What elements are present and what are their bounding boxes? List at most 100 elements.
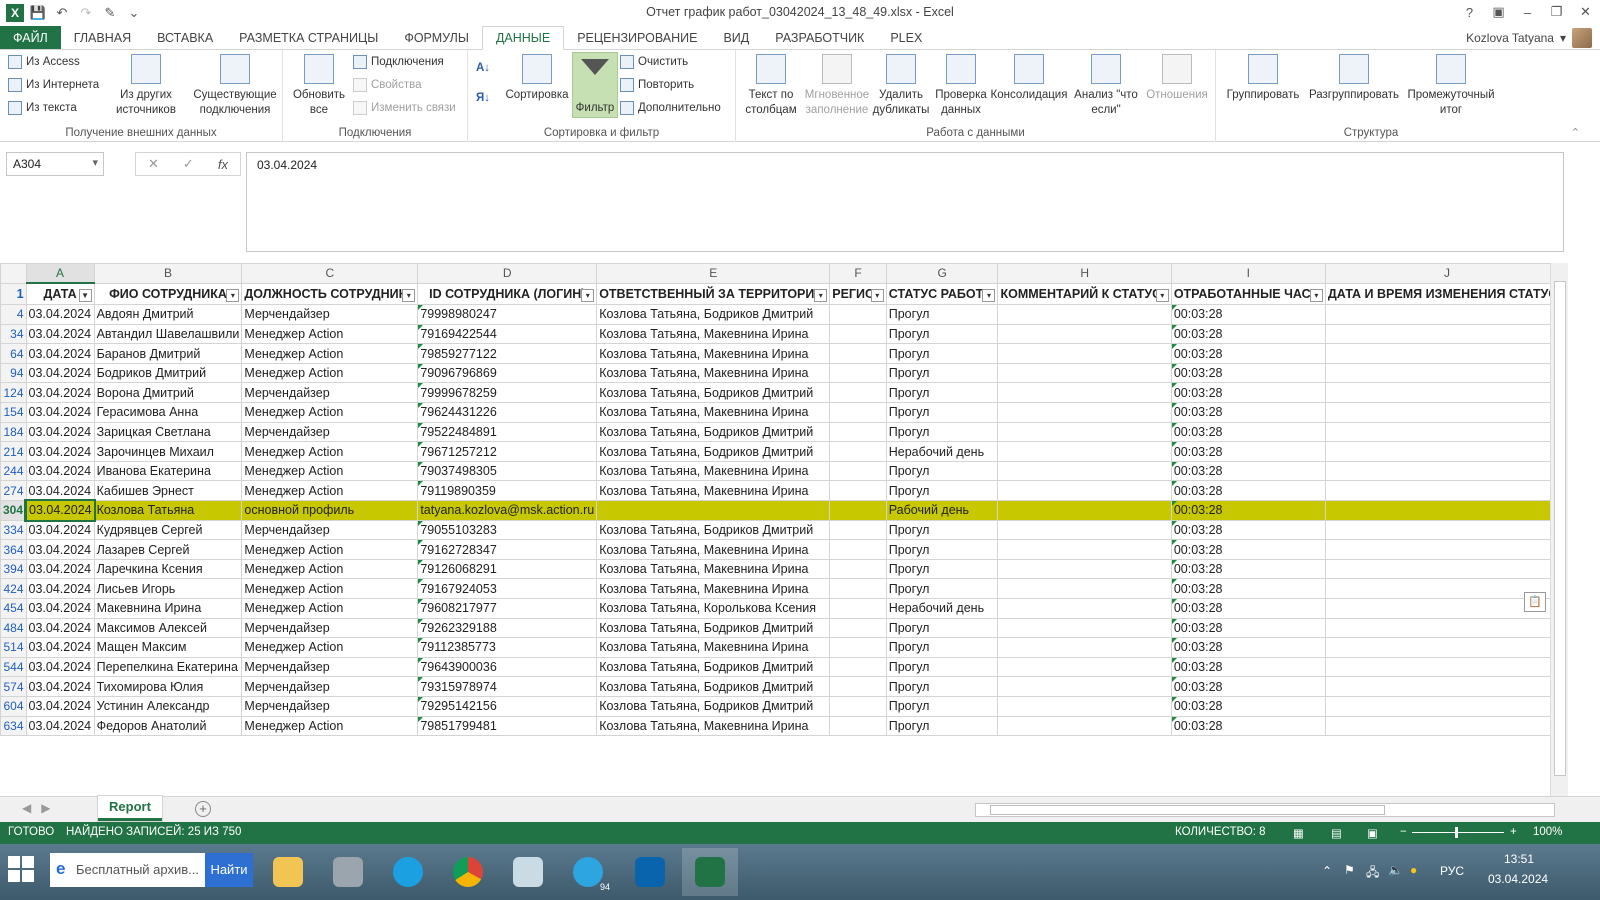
table-cell[interactable]: 00:03:28 [1170, 500, 1326, 521]
taskbar-find-button[interactable]: Найти [205, 853, 253, 887]
table-cell[interactable]: Козлова Татьяна, Бодриков Дмитрий [596, 656, 831, 678]
table-cell[interactable]: Козлова Татьяна, Макевнина Ирина [596, 539, 831, 560]
table-cell[interactable]: 00:03:28 [1170, 441, 1326, 462]
table-cell[interactable]: Прогул [885, 695, 999, 717]
table-cell[interactable]: Козлова Татьяна, Макевнина Ирина [596, 343, 831, 364]
table-cell[interactable]: Прогул [885, 480, 999, 502]
table-cell[interactable]: 79162728347 [417, 539, 598, 560]
table-cell[interactable]: Прогул [885, 382, 999, 404]
zoom-in-icon[interactable]: + [1510, 826, 1517, 838]
table-cell[interactable] [997, 480, 1172, 502]
table-cell[interactable]: 00:03:28 [1170, 304, 1326, 325]
from-text-button[interactable]: Из текста [8, 101, 77, 115]
table-cell[interactable]: Прогул [885, 637, 999, 658]
filter-dropdown-icon[interactable]: ▾ [982, 289, 996, 303]
table-cell[interactable] [829, 304, 887, 325]
row-number[interactable]: 424 [0, 578, 27, 599]
table-cell[interactable]: Менеджер Action [241, 558, 419, 580]
row-number[interactable]: 544 [0, 656, 27, 678]
properties-button[interactable]: Свойства [353, 78, 422, 92]
table-cell[interactable]: Прогул [885, 362, 999, 384]
row-number[interactable]: 364 [0, 539, 27, 560]
table-cell[interactable] [997, 382, 1172, 404]
table-cell[interactable]: 03.04.2024 [25, 539, 95, 560]
table-cell[interactable] [1324, 500, 1550, 521]
table-cell[interactable]: 00:03:28 [1170, 402, 1326, 423]
sort-az-icon[interactable]: A↓ [476, 62, 490, 74]
excel-taskbar-icon[interactable] [682, 848, 738, 896]
table-cell[interactable] [997, 402, 1172, 423]
column-header[interactable]: J [1324, 263, 1550, 284]
column-header[interactable]: E [596, 263, 831, 284]
table-cell[interactable]: 00:03:28 [1170, 656, 1326, 678]
table-cell[interactable]: 00:03:28 [1170, 598, 1326, 619]
table-cell[interactable] [997, 343, 1172, 364]
row-number[interactable]: 184 [0, 421, 27, 443]
clear-filter-button[interactable]: Очистить [620, 55, 688, 69]
table-cell[interactable]: Прогул [885, 323, 999, 345]
table-cell[interactable]: Устинин Александр [93, 695, 243, 717]
table-cell[interactable]: Менеджер Action [241, 539, 419, 560]
table-cell[interactable]: 79608217977 [417, 598, 598, 619]
chrome-icon[interactable] [440, 848, 496, 896]
existing-connections-button[interactable]: Существующие подключения [190, 54, 280, 118]
table-cell[interactable]: 00:03:28 [1170, 480, 1326, 502]
header-cell[interactable]: КОММЕНТАРИЙ К СТАТУСУ ▾ [997, 282, 1172, 306]
table-cell[interactable]: Федоров Анатолий [93, 715, 243, 737]
skype-icon[interactable] [380, 848, 436, 896]
filter-dropdown-icon[interactable]: ▾ [870, 289, 884, 303]
tray-app-icon[interactable]: ● [1410, 863, 1417, 877]
table-cell[interactable] [997, 695, 1172, 717]
row-number[interactable]: 334 [0, 519, 27, 541]
advanced-filter-button[interactable]: Дополнительно [620, 101, 721, 115]
header-cell[interactable]: ID СОТРУДНИКА (ЛОГИН) ▾ [417, 282, 598, 306]
table-cell[interactable] [829, 637, 887, 658]
table-cell[interactable]: 03.04.2024 [24, 498, 97, 523]
row-number[interactable]: 454 [0, 598, 27, 619]
table-cell[interactable]: Прогул [885, 617, 999, 639]
table-cell[interactable]: 79522484891 [417, 421, 598, 443]
header-cell[interactable]: СТАТУС РАБОТЫ ▾ [885, 282, 999, 306]
table-cell[interactable]: Мерчендайзер [241, 421, 419, 443]
table-cell[interactable]: Тихомирова Юлия [93, 676, 243, 697]
remove-duplicates-button[interactable]: Удалить дубликаты [870, 54, 932, 118]
table-cell[interactable]: 00:03:28 [1170, 382, 1326, 404]
table-cell[interactable]: Прогул [885, 558, 999, 580]
table-cell[interactable] [829, 402, 887, 423]
table-cell[interactable]: Козлова Татьяна, Бодриков Дмитрий [596, 441, 831, 462]
table-cell[interactable]: Козлова Татьяна, Макевнина Ирина [596, 480, 831, 502]
table-cell[interactable]: 79169422544 [417, 323, 598, 345]
vertical-scroll-thumb[interactable] [1554, 281, 1566, 776]
table-cell[interactable] [829, 617, 887, 639]
file-explorer-icon[interactable] [260, 848, 316, 896]
table-cell[interactable]: Козлова Татьяна, Бодриков Дмитрий [596, 421, 831, 443]
table-cell[interactable]: 79096796869 [417, 362, 598, 384]
table-cell[interactable]: 00:03:28 [1170, 343, 1326, 364]
table-cell[interactable]: 79851799481 [417, 715, 598, 737]
sheet-grid[interactable]: ABCDEFGHIJKLMN1ДАТА▼ФИО СОТРУДНИКА▾ДОЛЖН… [0, 263, 1550, 796]
table-cell[interactable]: Авдоян Дмитрий [93, 304, 243, 325]
minimize-icon[interactable]: – [1513, 0, 1542, 24]
table-cell[interactable] [829, 695, 887, 717]
table-cell[interactable]: Менеджер Action [241, 441, 419, 462]
table-cell[interactable]: 03.04.2024 [25, 441, 95, 462]
group-button[interactable]: Группировать [1220, 54, 1306, 103]
row-number[interactable]: 484 [0, 617, 27, 639]
filter-dropdown-icon[interactable]: ▾ [581, 289, 595, 303]
table-cell[interactable]: Мерчендайзер [241, 656, 419, 678]
header-cell[interactable]: ДАТА ▼ [25, 282, 95, 306]
table-cell[interactable]: Менеджер Action [241, 598, 419, 619]
clock-time[interactable]: 13:51 [1504, 852, 1534, 866]
table-cell[interactable]: Иванова Екатерина [93, 460, 243, 482]
table-cell[interactable] [997, 441, 1172, 462]
row-number[interactable]: 124 [0, 382, 27, 404]
column-header[interactable]: B [93, 263, 243, 284]
table-cell[interactable]: Лазарев Сергей [93, 539, 243, 560]
table-cell[interactable]: 03.04.2024 [25, 421, 95, 443]
volume-icon[interactable]: 🔈 [1388, 863, 1403, 877]
row-number[interactable]: 34 [0, 323, 27, 345]
table-cell[interactable] [1324, 402, 1550, 423]
table-cell[interactable]: Прогул [885, 539, 999, 560]
header-cell[interactable]: ОТВЕТСТВЕННЫЙ ЗА ТЕРРИТОРИЮ ▾ [596, 282, 831, 306]
filter-dropdown-icon[interactable]: ▾ [402, 289, 416, 303]
